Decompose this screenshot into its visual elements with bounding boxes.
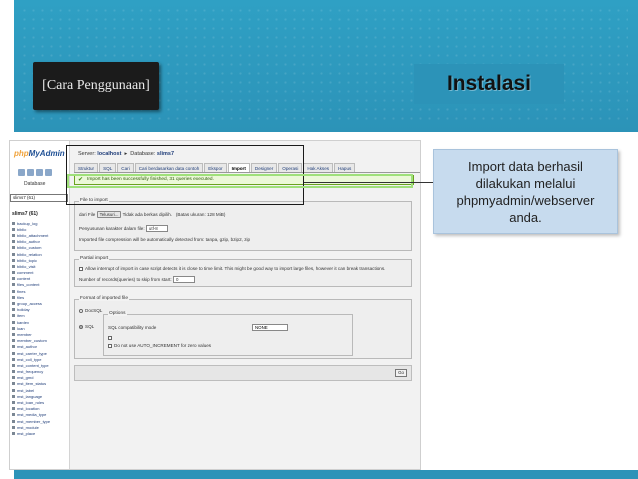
table-icon [12,240,15,244]
sql-compat-select[interactable]: NONE [252,324,288,331]
pma-table-list: backup_log biblio biblio_attachment biblio_… [12,220,68,437]
compression-note: Imported file compression will be automa… [79,237,251,242]
highlight-success-box [67,174,413,188]
table-icon [12,295,15,299]
table-icon [12,376,15,380]
table-icon [12,382,15,386]
pma-db-select[interactable]: slims7 (61) [10,194,68,202]
note-line: dilakukan melalui [475,176,576,191]
table-icon [12,413,15,417]
note-line: anda. [509,210,542,225]
format-docsql-row: DocSQL [79,308,102,313]
pma-sidebar-icons [18,163,62,176]
table-icon [12,339,15,343]
table-icon [12,401,15,405]
table-icon [12,363,15,367]
slide-footer-band [14,470,638,479]
partial-allow-row: Allow interrupt of import in case script… [79,266,385,271]
docs-icon[interactable] [36,169,43,176]
sql-options-box: Options SQL compatibility mode NONE Do n… [103,311,353,356]
help-icon[interactable] [108,335,112,340]
file-row: dari File Telusuri... Tidak ada berkas d… [79,211,226,218]
skip-input[interactable]: 0 [172,276,195,283]
callout-note: Import data berhasil dilakukan melalui php… [433,149,618,234]
auto-increment-row: Do not use AUTO_INCREMENT for zero value… [108,343,211,348]
pma-db-header: Database [24,181,46,187]
go-button[interactable]: Go [395,369,407,377]
skip-row: Number of records(queries) to skip from … [79,276,195,283]
docsql-radio[interactable] [79,308,83,313]
table-icon [12,407,15,411]
pma-logo: phpMyAdmin [14,149,65,158]
table-icon [12,271,15,275]
table-icon [12,351,15,355]
table-icon [12,431,15,435]
tab-hapus[interactable]: Hapus [334,163,356,172]
table-icon [12,370,15,374]
options-legend: Options [108,311,127,316]
table-icon [12,227,15,231]
table-icon [12,345,15,349]
format-sql-row: SQL [79,324,94,329]
table-icon [12,314,15,318]
table-icon [12,283,15,287]
sql-compat-label: SQL compatibility mode [108,325,157,330]
allow-interrupt-checkbox[interactable] [79,266,83,271]
pma-sidebar: phpMyAdmin Database slims7 (61) slims7 (… [10,141,70,469]
file-to-import-section: File to import dari File Telusuri... Tid… [74,198,412,251]
tab-hak-akses[interactable]: Hak Akses [303,163,334,172]
auto-increment-checkbox[interactable] [108,343,112,348]
table-icon [12,258,15,262]
table-icon [12,388,15,392]
table-icon [12,332,15,336]
pma-db-name[interactable]: slims7 (61) [12,211,38,217]
table-icon [12,357,15,361]
info-icon[interactable] [45,169,52,176]
table-icon [12,394,15,398]
format-legend: Format of imported file [79,296,129,301]
table-icon [12,308,15,312]
note-line: Import data berhasil [468,159,583,174]
table-icon [12,326,15,330]
query-icon[interactable] [27,169,34,176]
browse-button[interactable]: Telusuri... [96,211,122,218]
note-line: phpmyadmin/webserver [456,193,595,208]
partial-legend: Partial import [79,256,110,261]
charset-row: Penyusunan karakter dalam file: utf-8 [79,225,168,232]
table-icon [12,425,15,429]
table-icon [12,264,15,268]
partial-import-section: Partial import Allow interrupt of import… [74,256,412,287]
charset-select[interactable]: utf-8 [145,225,168,232]
table-icon [12,233,15,237]
table-icon [12,252,15,256]
sidebar-table-item[interactable]: mst_place [12,430,68,436]
table-icon [12,246,15,250]
table-icon [12,221,15,225]
submit-bar: Go [74,365,412,381]
table-icon [12,302,15,306]
table-icon [12,320,15,324]
table-icon [12,277,15,281]
table-icon [12,289,15,293]
section-label: [Cara Penggunaan] [33,62,159,110]
sql-radio[interactable] [79,324,83,329]
callout-connector-line [304,182,434,183]
slide-title: Instalasi [414,64,564,104]
format-section: Format of imported file DocSQL SQL Optio… [74,296,412,359]
help-icon-row [108,335,114,340]
table-icon [12,419,15,423]
home-icon[interactable] [18,169,25,176]
